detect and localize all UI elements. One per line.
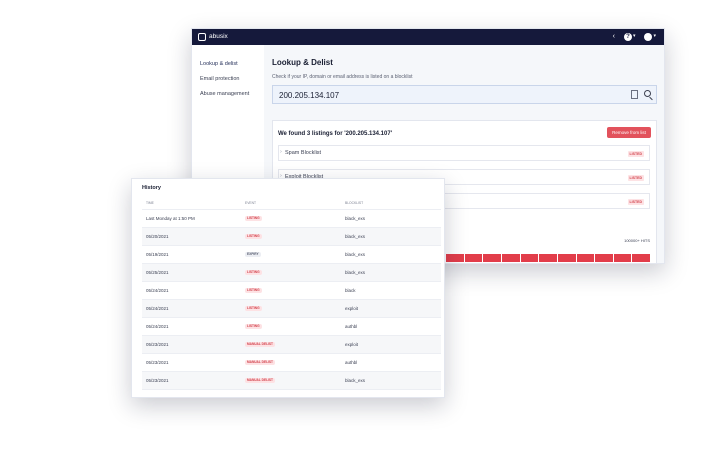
- event-badge: LISTING: [245, 288, 262, 293]
- page-title: Lookup & Delist: [272, 58, 333, 67]
- column-header-event: EVENT: [245, 201, 256, 205]
- table-row[interactable]: Last Monday at 1:50 PM LISTING black_exs: [142, 210, 441, 228]
- row-time: Last Monday at 1:50 PM: [146, 216, 195, 221]
- logo-icon: [198, 32, 206, 41]
- row-time: 05/25/2021: [146, 270, 169, 275]
- event-badge: MANUAL DELIST: [245, 378, 275, 383]
- listed-badge: LISTED: [627, 151, 644, 157]
- brand-logo[interactable]: abusix: [198, 32, 228, 41]
- row-time: 05/19/2021: [146, 252, 169, 257]
- hit-bar: [595, 254, 613, 262]
- row-time: 05/23/2021: [146, 360, 169, 365]
- help-icon: ?: [623, 32, 632, 41]
- table-row[interactable]: 05/23/2021 MANUAL DELIST black_exs: [142, 372, 441, 390]
- hit-bar: [613, 254, 632, 262]
- hit-bar: [632, 254, 651, 262]
- chevron-down-icon: ▾: [653, 33, 656, 39]
- avatar: [644, 32, 653, 41]
- table-row[interactable]: 05/24/2021 LISTING exploit: [142, 300, 441, 318]
- row-blocklist: black_exs: [345, 270, 366, 275]
- brand-name: abusix: [209, 33, 228, 40]
- listed-badge: LISTED: [627, 199, 644, 205]
- event-badge: LISTING: [245, 306, 262, 311]
- hit-bar: [501, 254, 520, 262]
- column-header-time: TIME: [146, 201, 154, 205]
- history-table: TIME EVENT BLOCKLIST Last Monday at 1:50…: [142, 196, 441, 390]
- hit-bar: [520, 254, 539, 262]
- event-badge: MANUAL DELIST: [245, 342, 275, 347]
- listed-badge: LISTED: [627, 175, 644, 181]
- row-time: 05/24/2021: [146, 306, 169, 311]
- row-blocklist: black_exs: [345, 252, 366, 257]
- event-badge: EXPIRY: [245, 252, 261, 257]
- event-badge: LISTING: [245, 234, 262, 239]
- event-badge: MANUAL DELIST: [245, 360, 275, 365]
- hit-bar: [483, 254, 501, 262]
- blocklist-row-spam[interactable]: › Spam Blocklist LISTED: [278, 145, 650, 161]
- row-blocklist: black_exs: [345, 378, 366, 383]
- row-blocklist: authbl: [345, 360, 358, 365]
- row-time: 05/23/2021: [146, 378, 169, 383]
- row-blocklist: authbl: [345, 324, 358, 329]
- row-time: 05/20/2021: [146, 234, 169, 239]
- event-badge: LISTING: [245, 270, 262, 275]
- hit-bar: [464, 254, 483, 262]
- row-blocklist: exploit: [345, 306, 359, 311]
- hit-bar: [445, 254, 464, 262]
- help-menu[interactable]: ? ▾: [623, 32, 636, 41]
- blocklist-name: Spam Blocklist: [285, 150, 322, 156]
- back-icon[interactable]: ‹: [613, 32, 615, 41]
- column-header-blocklist: BLOCKLIST: [345, 201, 364, 205]
- row-blocklist: black_exs: [345, 234, 366, 239]
- table-row[interactable]: 05/23/2021 MANUAL DELIST exploit: [142, 336, 441, 354]
- table-row[interactable]: 05/19/2021 EXPIRY black_exs: [142, 246, 441, 264]
- chevron-down-icon: ▾: [632, 33, 636, 39]
- history-rows: Last Monday at 1:50 PM LISTING black_exs 05…: [142, 210, 441, 390]
- sidebar-item-abuse-management[interactable]: Abuse management: [200, 91, 249, 97]
- history-title: History: [142, 185, 161, 191]
- hit-bar: [557, 254, 576, 262]
- remove-from-list-button[interactable]: Remove from list: [607, 127, 651, 138]
- search-value: 200.205.134.107: [279, 91, 340, 100]
- table-row[interactable]: 05/23/2021 MANUAL DELIST authbl: [142, 354, 441, 372]
- search-input[interactable]: 200.205.134.107: [272, 85, 657, 104]
- hit-bar: [576, 254, 595, 262]
- row-time: 05/23/2021: [146, 342, 169, 347]
- sidebar-item-lookup[interactable]: Lookup & delist: [200, 61, 238, 67]
- search-icon[interactable]: [644, 90, 651, 97]
- table-header: TIME EVENT BLOCKLIST: [142, 196, 441, 210]
- event-badge: LISTING: [245, 324, 262, 329]
- top-bar: abusix ‹ ? ▾ ▾: [192, 29, 664, 45]
- row-blocklist: black: [345, 288, 356, 293]
- chevron-right-icon: ›: [280, 149, 282, 155]
- table-row[interactable]: 05/20/2021 LISTING black_exs: [142, 228, 441, 246]
- event-badge: LISTING: [245, 216, 262, 221]
- table-row[interactable]: 05/25/2021 LISTING black_exs: [142, 264, 441, 282]
- sidebar-item-email-protection[interactable]: Email protection: [200, 76, 239, 82]
- page-subtitle: Check if your IP, domain or email addres…: [272, 74, 413, 80]
- hits-count: 100000+ HITS: [624, 238, 650, 243]
- hit-bar: [539, 254, 557, 262]
- row-blocklist: black_exs: [345, 216, 366, 221]
- table-row[interactable]: 05/24/2021 LISTING black: [142, 282, 441, 300]
- row-time: 05/24/2021: [146, 288, 169, 293]
- row-time: 05/24/2021: [146, 324, 169, 329]
- row-blocklist: exploit: [345, 342, 359, 347]
- top-bar-actions: ‹ ? ▾ ▾: [613, 32, 656, 41]
- account-menu[interactable]: ▾: [644, 32, 656, 41]
- history-card: History TIME EVENT BLOCKLIST Last Monday…: [131, 178, 445, 398]
- table-row[interactable]: 05/24/2021 LISTING authbl: [142, 318, 441, 336]
- results-summary: We found 3 listings for '200.205.134.107…: [278, 131, 393, 137]
- document-icon[interactable]: [631, 90, 638, 99]
